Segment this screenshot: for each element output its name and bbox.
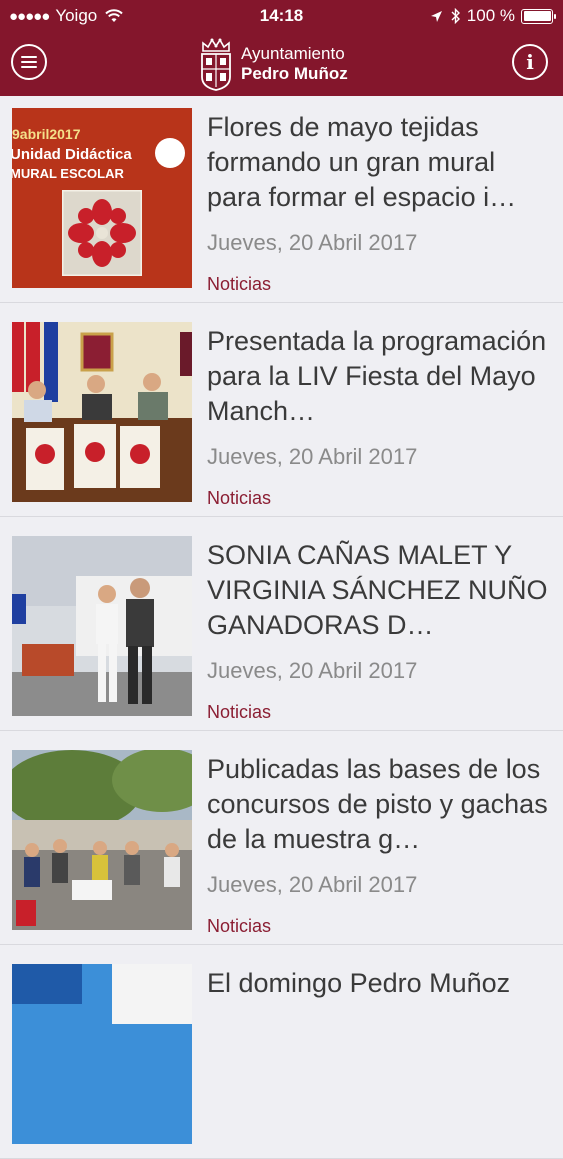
battery-icon	[521, 8, 556, 24]
news-thumbnail	[12, 964, 192, 1144]
status-right: 100 %	[430, 6, 556, 26]
hamburger-menu-icon	[21, 56, 37, 68]
flower-mural-image	[62, 190, 142, 276]
news-title: Flores de mayo tejidas formando un gran …	[207, 112, 517, 212]
news-thumbnail	[12, 536, 192, 716]
outdoor-fair-photo	[12, 750, 192, 930]
news-thumbnail	[12, 750, 192, 930]
info-icon: i	[526, 50, 534, 74]
news-thumbnail	[12, 322, 192, 502]
press-conference-photo	[12, 322, 192, 502]
thumb-line-2: Unidad Didáctica	[12, 146, 132, 163]
brand-title-bottom: Pedro Muñoz	[241, 64, 348, 83]
app-header: Ayuntamiento Pedro Muñoz i	[0, 32, 563, 96]
news-category[interactable]: Noticias	[207, 274, 271, 295]
news-date: Jueves, 20 Abril 2017	[207, 872, 418, 897]
status-bar: ●●●●● Yoigo 14:18 100 %	[0, 0, 563, 32]
news-item[interactable]: 9abril2017 Unidad Didáctica MURAL ESCOLA…	[0, 96, 563, 303]
location-arrow-icon	[430, 10, 442, 22]
battery-percent: 100 %	[466, 6, 515, 25]
news-item[interactable]: Presentada la programación para la LIV F…	[0, 310, 563, 517]
news-category[interactable]: Noticias	[207, 702, 271, 723]
news-item[interactable]: Publicadas las bases de los concursos de…	[0, 738, 563, 945]
news-date: Jueves, 20 Abril 2017	[207, 444, 418, 469]
bluetooth-icon	[451, 8, 460, 24]
coat-of-arms-icon	[201, 38, 231, 91]
award-winners-photo	[12, 536, 192, 716]
thumb-line-1: 9abril2017	[12, 126, 81, 142]
news-date: Jueves, 20 Abril 2017	[207, 658, 418, 683]
brand: Ayuntamiento Pedro Muñoz	[198, 36, 348, 92]
news-item[interactable]: SONIA CAÑAS MALET Y VIRGINIA SÁNCHEZ NUÑ…	[0, 524, 563, 731]
news-title: Publicadas las bases de los concursos de…	[207, 754, 548, 854]
news-title: El domingo Pedro Muñoz	[207, 968, 511, 998]
news-category[interactable]: Noticias	[207, 488, 271, 509]
news-item[interactable]: El domingo Pedro Muñoz	[0, 952, 563, 1159]
info-button[interactable]: i	[512, 44, 548, 80]
news-title: SONIA CAÑAS MALET Y VIRGINIA SÁNCHEZ NUÑ…	[207, 540, 548, 640]
news-date: Jueves, 20 Abril 2017	[207, 230, 418, 255]
menu-button[interactable]	[11, 44, 47, 80]
brand-title-top: Ayuntamiento	[241, 44, 345, 63]
thumb-line-3: MURAL ESCOLAR	[12, 166, 124, 181]
school-logo-icon	[155, 138, 185, 168]
news-title: Presentada la programación para la LIV F…	[207, 326, 547, 426]
news-thumbnail: 9abril2017 Unidad Didáctica MURAL ESCOLA…	[12, 108, 192, 288]
event-poster-image	[12, 964, 192, 1144]
news-category[interactable]: Noticias	[207, 916, 271, 937]
